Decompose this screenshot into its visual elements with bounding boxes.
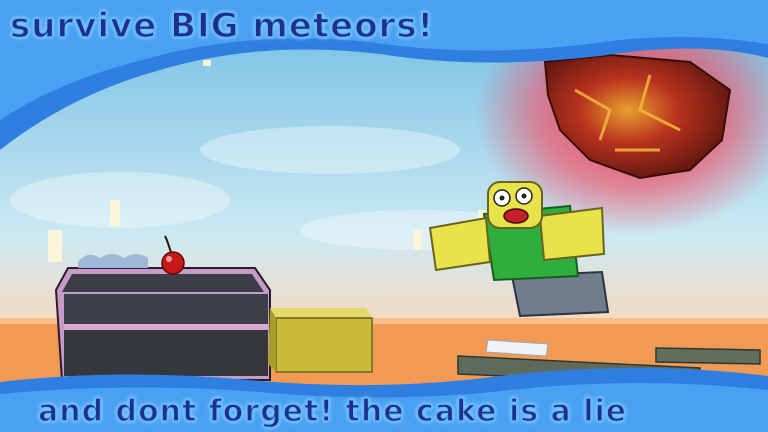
bottom-banner-text: and dont forget! the cake is a lie [37,393,628,430]
cake-slice [54,254,271,381]
yellow-block [268,308,373,373]
game-scene [0,0,768,432]
top-banner-text: survive BIG meteors! [9,5,435,47]
avatar-mouth [503,208,529,224]
